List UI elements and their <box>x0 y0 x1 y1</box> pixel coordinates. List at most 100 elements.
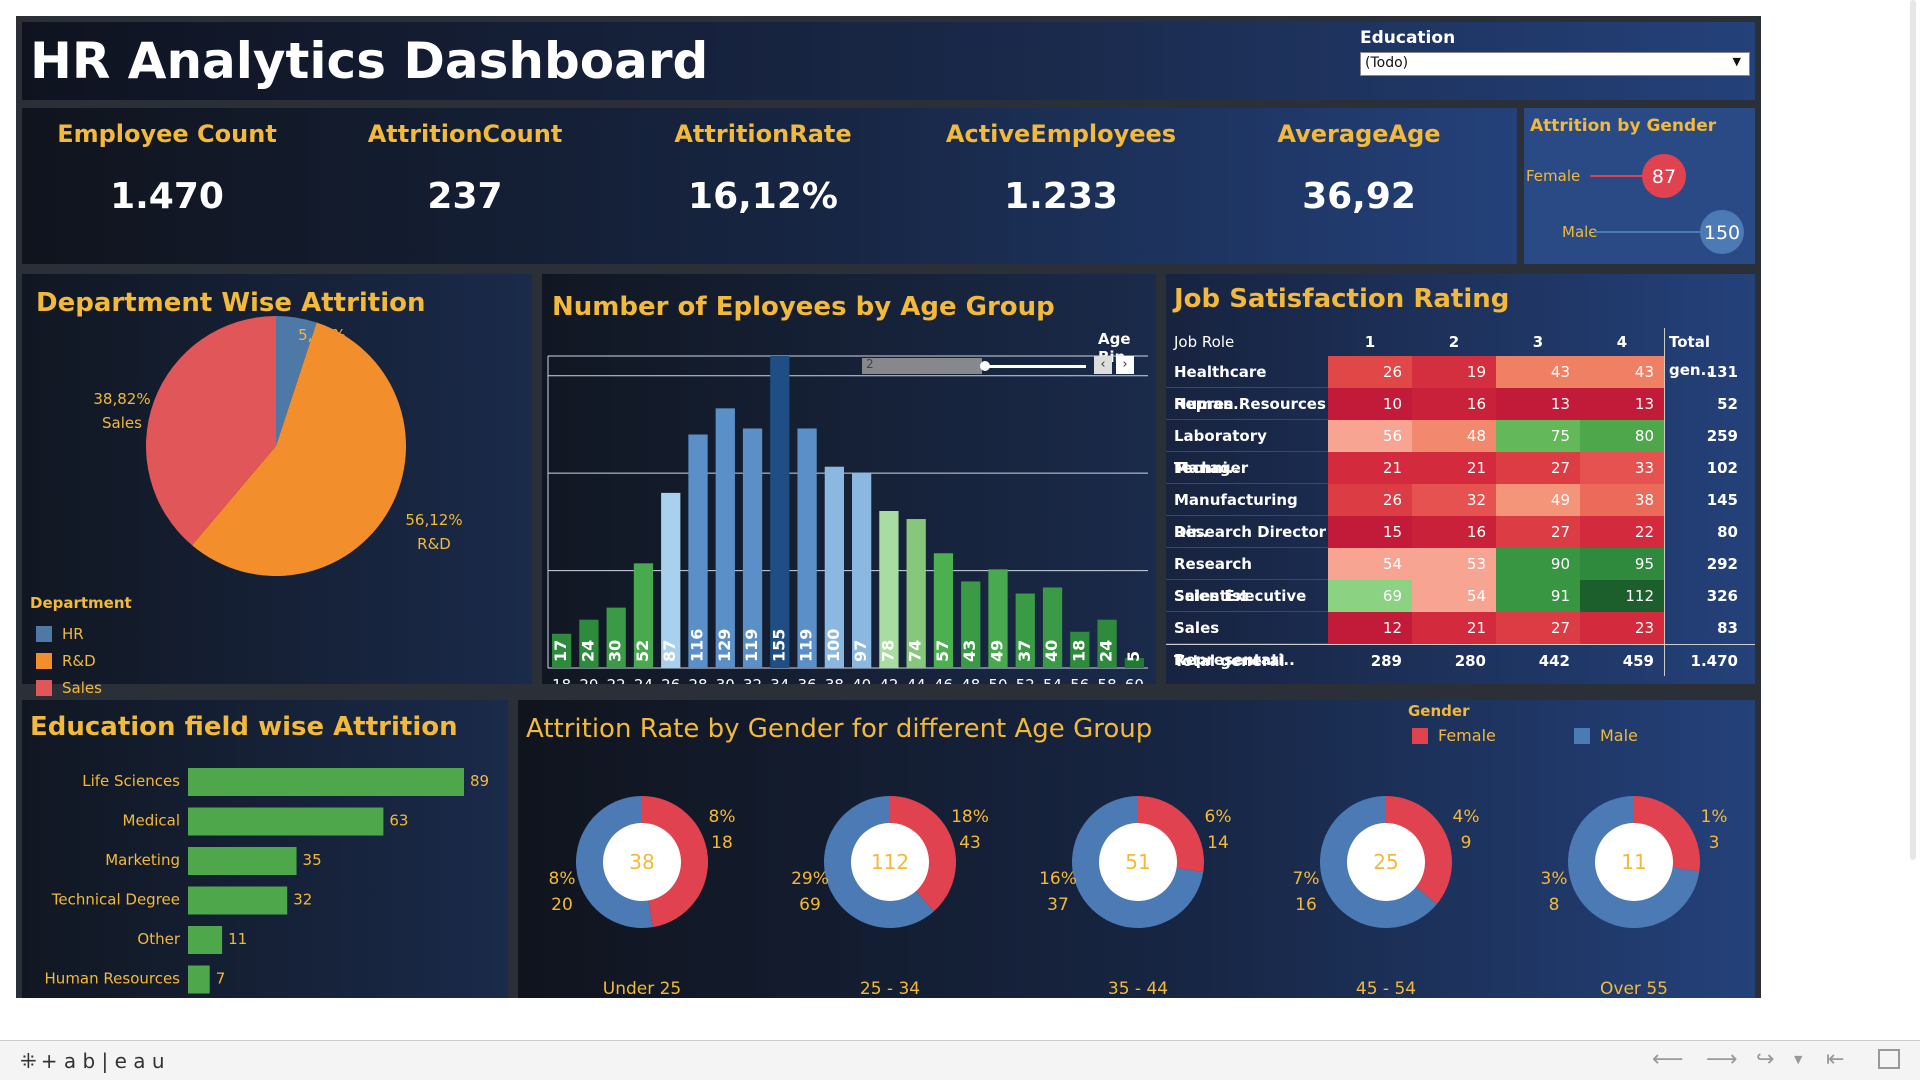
age-group-label: Under 25 <box>603 979 682 998</box>
heatmap-cell: 49 <box>1496 484 1580 516</box>
heatmap-header-cell: Job Role <box>1174 333 1235 351</box>
male-pct-label: 7% <box>1293 869 1320 889</box>
heatmap-role-label: Human Resources <box>1166 388 1328 420</box>
bar-value-label: 116 <box>688 629 707 662</box>
heatmap-cell: 13 <box>1580 388 1664 420</box>
age-group-label: 35 - 44 <box>1108 979 1168 998</box>
slider-next-button[interactable]: › <box>1116 356 1134 374</box>
female-pct-label: 18% <box>951 807 989 827</box>
kpi-active-employees-value: 1.233 <box>1004 176 1118 217</box>
female-value-label: 3 <box>1709 833 1720 853</box>
fullscreen-button[interactable] <box>1878 1049 1900 1069</box>
heatmap-total-label: Total general <box>1174 652 1285 670</box>
undo-button[interactable]: ⟵ <box>1652 1047 1684 1072</box>
heatmap-cell: 69 <box>1328 580 1412 612</box>
heatmap-row: Human Resources 10 16 13 13 52 <box>1166 388 1755 420</box>
education-filter-select[interactable]: (Todo) ▼ <box>1360 52 1750 76</box>
bar-value-label: 5 <box>1124 651 1143 662</box>
bar-value-label: 40 <box>1042 640 1061 662</box>
pie-name-label: R&D <box>417 535 451 553</box>
heatmap-row-total: 131 <box>1664 356 1744 388</box>
heatmap-cell: 22 <box>1580 516 1664 548</box>
education-bar-value: 89 <box>470 772 489 790</box>
bar-value-label: 49 <box>988 640 1007 662</box>
heatmap-role-label: Research Scientist <box>1166 548 1328 605</box>
tableau-cross-icon: ⁜ <box>20 1049 37 1073</box>
age-group-label: 25 - 34 <box>860 979 920 998</box>
gender-attrition-chart: Female 87 Male 150 <box>1526 154 1744 254</box>
heatmap-header-cell: 2 <box>1448 333 1460 351</box>
heatmap-cell: 48 <box>1412 420 1496 452</box>
bar-value-label: 24 <box>1097 640 1116 662</box>
x-tick-label: 48 <box>961 676 980 684</box>
male-value-label: 16 <box>1295 895 1317 915</box>
heatmap-cell: 43 <box>1496 356 1580 388</box>
heatmap-cell: 91 <box>1496 580 1580 612</box>
revert-chevron-icon[interactable]: ▼ <box>1794 1053 1802 1066</box>
heatmap-header-row: Job Role 1 2 3 4 Total gen.. <box>1166 328 1755 379</box>
legend-item-sales[interactable]: Sales <box>36 674 102 701</box>
bar-value-label: 57 <box>933 640 952 662</box>
chevron-left-icon: ‹ <box>1100 357 1106 372</box>
female-pct-label: 4% <box>1453 807 1480 827</box>
legend-item-hr[interactable]: HR <box>36 620 102 647</box>
heatmap-cell: 54 <box>1412 580 1496 612</box>
heatmap-cell: 27 <box>1496 516 1580 548</box>
heatmap-column-total: 459 <box>1622 652 1654 670</box>
bar-value-label: 43 <box>960 640 979 662</box>
male-label: Male <box>1562 223 1598 241</box>
bar-value-label: 119 <box>797 629 816 662</box>
bar-value-label: 30 <box>606 640 625 662</box>
heatmap-cell: 95 <box>1580 548 1664 580</box>
age-bin-slider-handle[interactable] <box>980 361 990 371</box>
legend-label: HR <box>62 624 84 643</box>
education-bar <box>188 886 288 915</box>
heatmap-cell: 13 <box>1496 388 1580 420</box>
scrollbar[interactable] <box>1910 0 1916 860</box>
heatmap-cell: 43 <box>1580 356 1664 388</box>
age-bin-slider-track <box>862 358 982 374</box>
revert-button[interactable]: ↪ <box>1756 1047 1774 1072</box>
heatmap-role-label: Healthcare Repres.. <box>1166 356 1328 413</box>
bar-value-label: 24 <box>578 640 597 662</box>
heatmap-row: Laboratory Techni.. 56 48 75 80 259 <box>1166 420 1755 477</box>
x-tick-label: 22 <box>607 676 626 684</box>
heatmap-cell: 27 <box>1496 612 1580 644</box>
education-bar-chart: Life Sciences 89 Medical 63 Marketing 35 Techn… <box>45 768 489 994</box>
heatmap-row: Healthcare Repres.. 26 19 43 43 131 <box>1166 356 1755 413</box>
reset-button[interactable]: ⇤ <box>1826 1047 1844 1072</box>
heatmap-row-total: 145 <box>1664 484 1744 516</box>
kpi-average-age-value: 36,92 <box>1302 176 1416 217</box>
job-satisfaction-table: Job Role 1 2 3 4 Total gen.. Healthcare Repres… <box>1166 328 1755 676</box>
legend-item-rd[interactable]: R&D <box>36 647 102 674</box>
female-value-label: 43 <box>959 833 981 853</box>
age-bin-slider-line <box>984 365 1086 368</box>
heatmap-role-label: Manufacturing Dir.. <box>1166 484 1328 541</box>
slider-prev-button[interactable]: ‹ <box>1094 356 1112 374</box>
male-pct-label: 8% <box>549 869 576 889</box>
age-group-label: 45 - 54 <box>1356 979 1416 998</box>
education-bar-label: Life Sciences <box>82 772 180 790</box>
bar-value-label: 100 <box>824 629 843 662</box>
heatmap-role-label: Research Director <box>1166 516 1328 548</box>
heatmap-row-total: 52 <box>1664 388 1744 420</box>
kpi-average-age-label: AverageAge <box>1277 120 1441 148</box>
education-bar <box>188 768 464 796</box>
donut-total-label: 112 <box>871 850 909 874</box>
tableau-logo[interactable]: ⁜ + a b | e a u <box>20 1049 165 1073</box>
tableau-brand: + a b | e a u <box>40 1049 165 1073</box>
x-tick-label: 56 <box>1070 676 1089 684</box>
education-bar <box>188 847 297 875</box>
x-tick-label: 58 <box>1098 676 1117 684</box>
education-bar-value: 11 <box>228 930 247 948</box>
heatmap-grand-total: 1.470 <box>1664 645 1744 676</box>
x-tick-label: 54 <box>1043 676 1062 684</box>
donut-total-label: 25 <box>1373 850 1398 874</box>
heatmap-cell: 26 <box>1328 356 1412 388</box>
heatmap-cell: 16 <box>1412 388 1496 420</box>
x-tick-label: 28 <box>688 676 707 684</box>
kpi-employee-count-label: Employee Count <box>57 120 277 148</box>
age-bin-slider[interactable]: 2 ‹ › <box>862 354 1134 380</box>
redo-button[interactable]: ⟶ <box>1706 1047 1738 1072</box>
heatmap-column-total: 289 <box>1370 652 1402 670</box>
